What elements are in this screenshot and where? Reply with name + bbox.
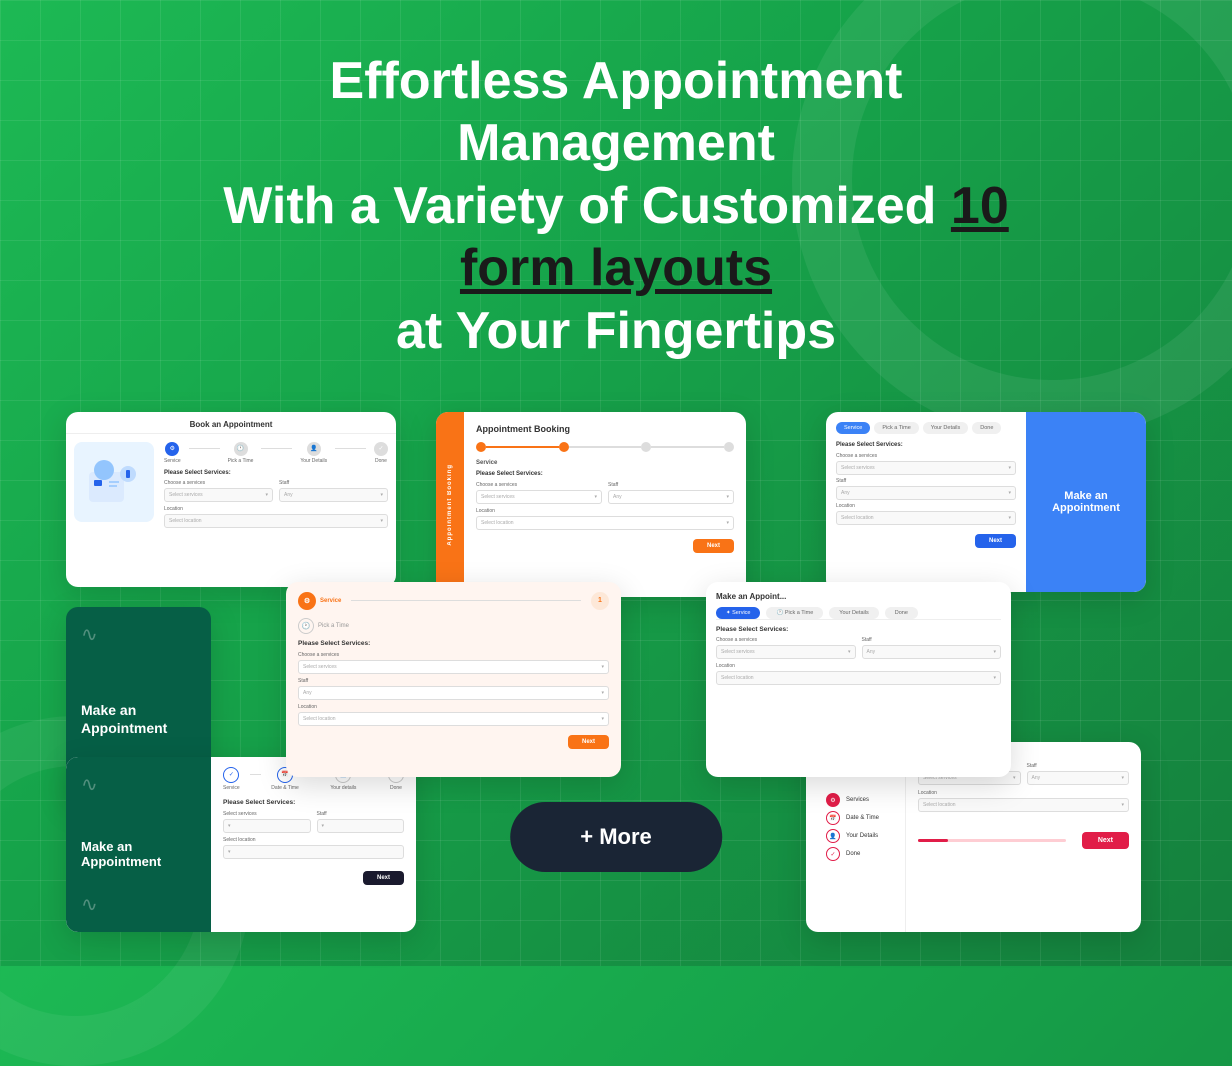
step-service-icon: ⚙	[165, 442, 179, 456]
card5-next-button[interactable]: Next	[568, 735, 609, 749]
staff-input[interactable]: Any	[279, 488, 388, 502]
card8-step-done: ✓	[826, 847, 840, 861]
step-circle-1: 1	[591, 592, 609, 610]
step-time-icon: 🕐	[234, 442, 248, 456]
card-green-white-split: ∿ Make an Appointment ∿ ✓ Service 📅 Date…	[66, 757, 416, 932]
card3-staff-input[interactable]: Any	[836, 486, 1016, 500]
card-appointment-booking: Appointment Booking Appointment Booking …	[436, 412, 746, 597]
tab-time[interactable]: Pick a Time	[874, 422, 918, 434]
step-circle-time: 🕐	[298, 618, 314, 634]
tab-details[interactable]: Your Details	[923, 422, 968, 434]
progress-dot-3	[641, 442, 651, 452]
more-button-label: + More	[580, 824, 652, 849]
card7-next-button[interactable]: Next	[363, 871, 404, 885]
card6-services-input[interactable]: Select services	[716, 645, 856, 659]
card8-staff-input[interactable]: Any	[1027, 771, 1130, 785]
step-circle-service: ⚙	[298, 592, 316, 610]
step-done-icon: ✓	[374, 442, 388, 456]
choose-services-input[interactable]: Select services	[164, 488, 273, 502]
h-step-service: ✓	[223, 767, 239, 783]
card-book-appointment: Book an Appointment	[66, 412, 396, 587]
card2-location-input[interactable]: Select location	[476, 516, 734, 530]
card-4-title: Make an Appointment	[81, 701, 196, 737]
progress-dot-2	[559, 442, 569, 452]
card-1-title: Book an Appointment	[66, 412, 396, 434]
card6-staff-input[interactable]: Any	[862, 645, 1002, 659]
card5-staff-input[interactable]: Any	[298, 686, 609, 700]
card6-location-input[interactable]: Select location	[716, 671, 1001, 685]
card2-next-button[interactable]: Next	[693, 539, 734, 553]
card-4-deco-top: ∿	[81, 622, 196, 647]
card8-location-input[interactable]: Select location	[918, 798, 1129, 812]
card7-staff-input[interactable]	[317, 819, 405, 833]
card-make-appointment-blue: Service Pick a Time Your Details Done Pl…	[826, 412, 1146, 592]
hero-line2-plain: With a Variety of Customized	[223, 177, 951, 235]
more-button[interactable]: + More	[510, 802, 722, 872]
card7-location-input[interactable]	[223, 845, 404, 859]
progress-dot-1	[476, 442, 486, 452]
card-3-side-label: Make an Appointment	[1026, 480, 1146, 524]
card8-step-services: ⚙	[826, 793, 840, 807]
card8-step-details: 👤	[826, 829, 840, 843]
card-6-title: Make an Appoint...	[716, 592, 1001, 601]
step-details-icon: 👤	[307, 442, 321, 456]
card8-step-datetime: 📅	[826, 811, 840, 825]
card-1-illustration	[74, 442, 154, 522]
card-2-title: Appointment Booking	[476, 424, 734, 434]
card6-tab-details[interactable]: Your Details	[829, 607, 878, 619]
card8-next-button[interactable]: Next	[1082, 832, 1129, 849]
hero-line3: at Your Fingertips	[396, 302, 836, 360]
card7-services-input[interactable]	[223, 819, 311, 833]
card6-tab-done[interactable]: Done	[885, 607, 918, 619]
card2-services-input[interactable]: Select services	[476, 490, 602, 504]
card3-next-button[interactable]: Next	[975, 534, 1016, 548]
card6-tab-service[interactable]: ✦ Service	[716, 607, 760, 619]
card-3-blue-panel: Make an Appointment	[1026, 412, 1146, 592]
card5-services-input[interactable]: Select services	[298, 660, 609, 674]
card3-services-input[interactable]: Select services	[836, 461, 1016, 475]
card-2-sidebar-text: Appointment Booking	[447, 464, 453, 546]
tab-done[interactable]: Done	[972, 422, 1001, 434]
card6-tab-time[interactable]: 🕐 Pick a Time	[766, 607, 823, 619]
card5-location-input[interactable]: Select location	[298, 712, 609, 726]
form-section-title: Please Select Services:	[164, 470, 388, 476]
tab-service[interactable]: Service	[836, 422, 870, 434]
card-light-orange: ⚙ Service 1 🕐 Pick a Time Please Select …	[286, 582, 621, 777]
card2-staff-input[interactable]: Any	[608, 490, 734, 504]
hero-line1: Effortless Appointment Management	[330, 52, 903, 172]
hero-section: Effortless Appointment Management With a…	[166, 50, 1066, 362]
card-7-title: Make an Appointment	[81, 839, 196, 869]
progress-dot-4	[724, 442, 734, 452]
location-input[interactable]: Select location	[164, 514, 388, 528]
card3-location-input[interactable]: Select location	[836, 511, 1016, 525]
card-make-appt-white: Make an Appoint... ✦ Service 🕐 Pick a Ti…	[706, 582, 1011, 777]
